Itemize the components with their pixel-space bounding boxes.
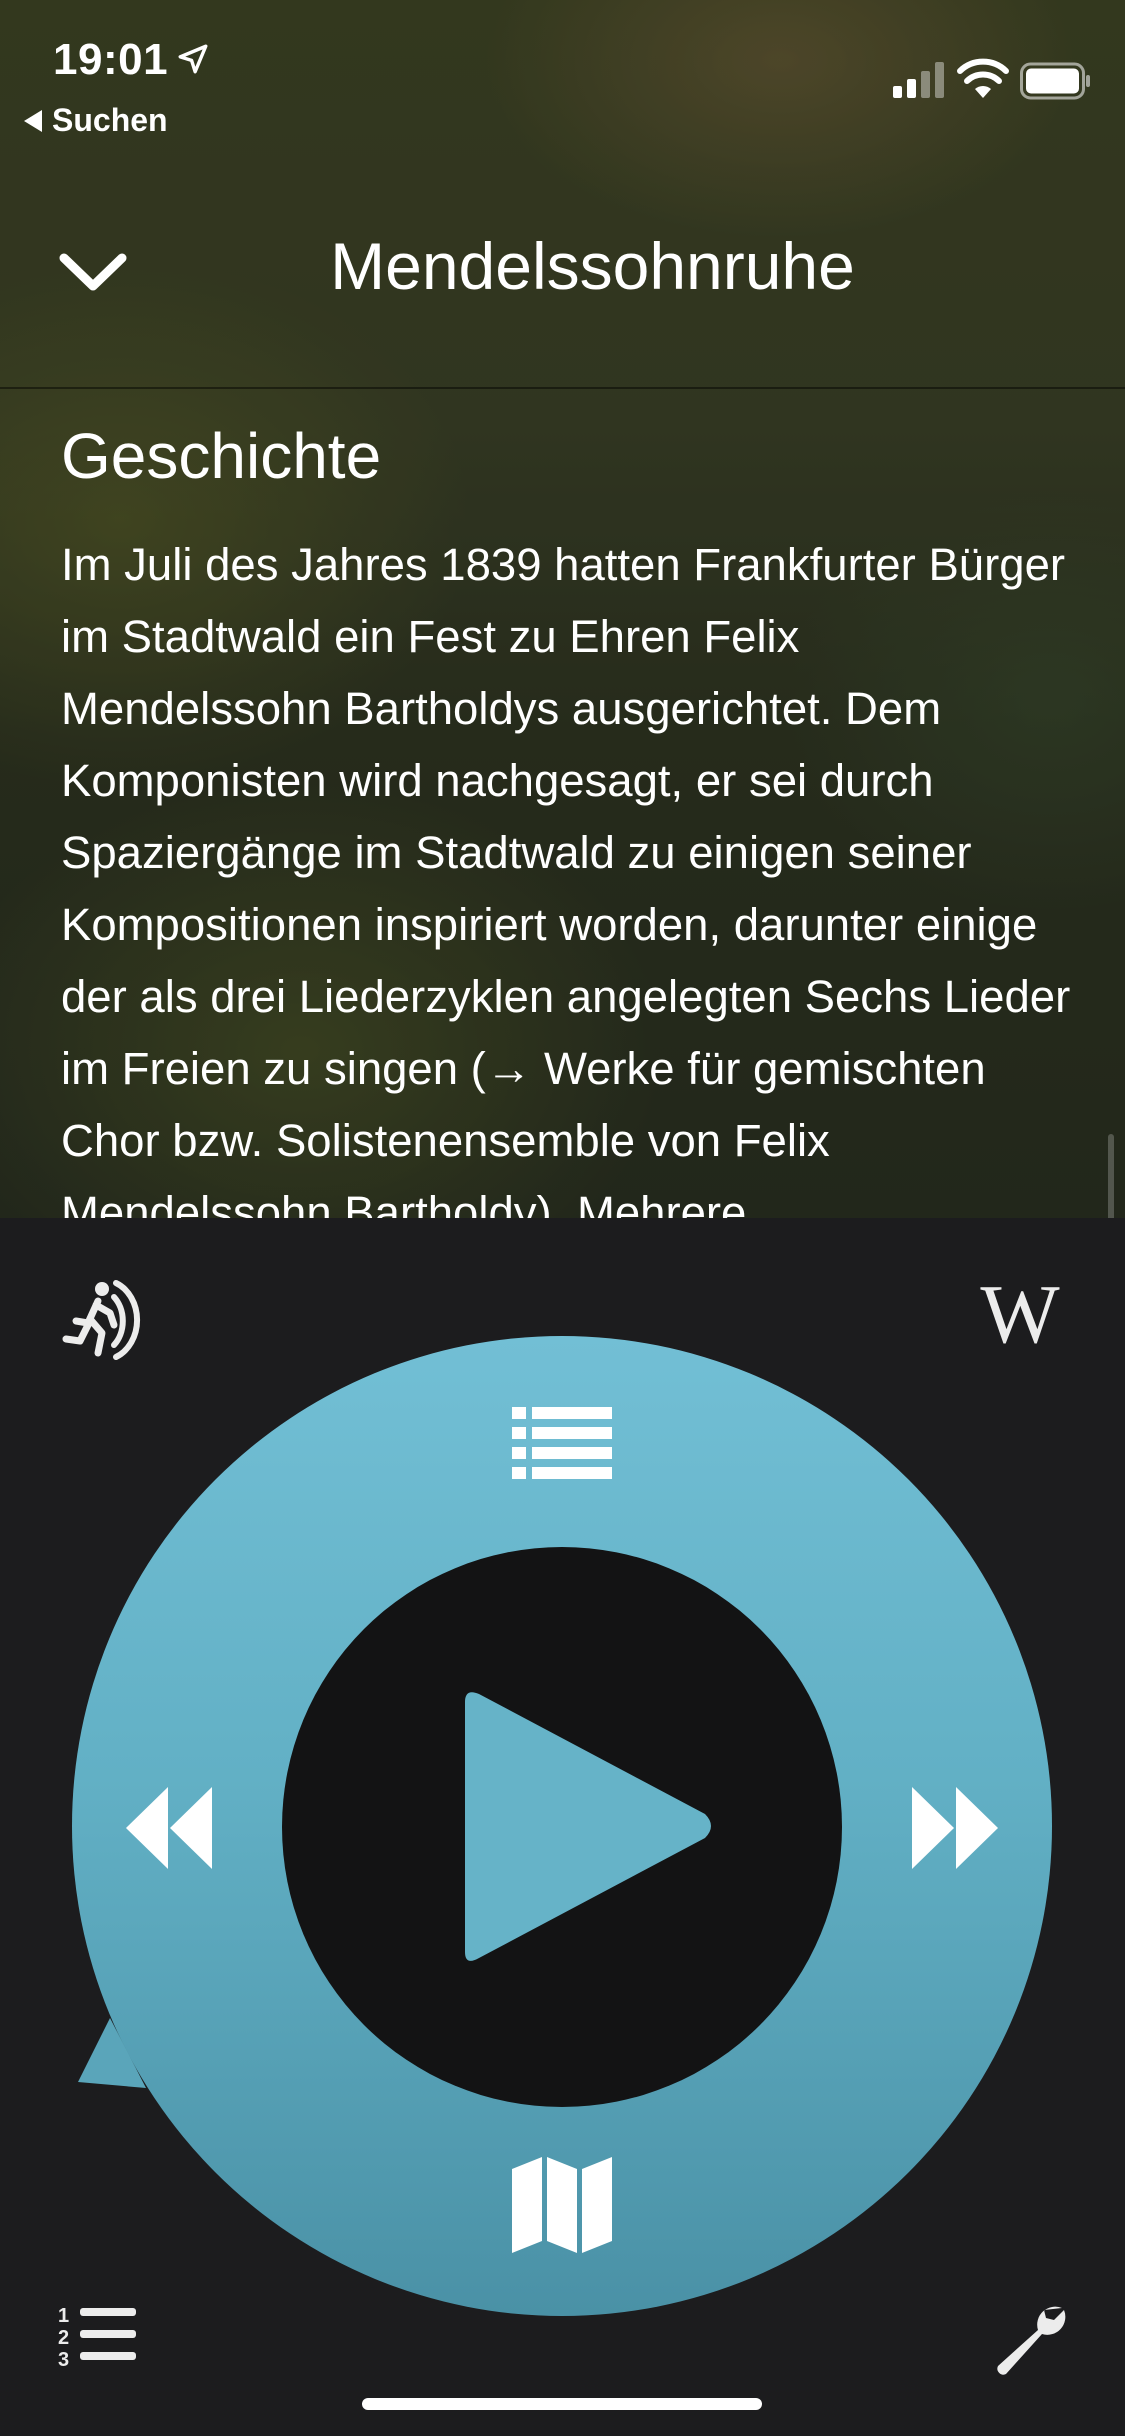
svg-text:2: 2	[58, 2327, 69, 2349]
location-arrow-icon	[178, 44, 208, 74]
page-title: Mendelssohnruhe	[330, 229, 855, 303]
article-body: Im Juli des Jahres 1839 hatten Frankfurt…	[61, 539, 1071, 1218]
wheel-pointer-indicator	[78, 2018, 146, 2088]
article-content[interactable]: Geschichte Im Juli des Jahres 1839 hatte…	[0, 389, 1125, 1218]
home-indicator[interactable]	[362, 2398, 762, 2410]
section-title: Geschichte	[61, 420, 382, 492]
cellular-signal-icon	[893, 62, 944, 98]
back-triangle-icon	[24, 109, 42, 132]
battery-icon	[1020, 62, 1090, 100]
scroll-indicator[interactable]	[1108, 1134, 1114, 1218]
collapse-chevron-down-icon[interactable]	[58, 248, 128, 296]
fast-forward-icon[interactable]	[910, 1783, 1000, 1873]
wrench-icon[interactable]	[990, 2300, 1070, 2380]
map-icon[interactable]	[512, 2155, 612, 2255]
back-app-label: Suchen	[52, 102, 168, 138]
status-time: 19:01	[53, 35, 169, 84]
wikipedia-icon[interactable]: W	[970, 1273, 1070, 1357]
status-bar: 19:01 Suchen	[0, 0, 1125, 140]
list-icon[interactable]	[512, 1405, 612, 1485]
svg-text:3: 3	[58, 2349, 69, 2371]
back-to-app-link[interactable]: Suchen	[24, 102, 168, 139]
walking-figure-icon[interactable]	[58, 1275, 148, 1365]
svg-text:1: 1	[58, 2305, 69, 2327]
play-icon[interactable]	[455, 1688, 715, 1968]
wifi-icon	[957, 58, 1009, 98]
rewind-icon[interactable]	[124, 1783, 214, 1873]
numbered-list-icon[interactable]: 1 2 3	[58, 2302, 138, 2372]
